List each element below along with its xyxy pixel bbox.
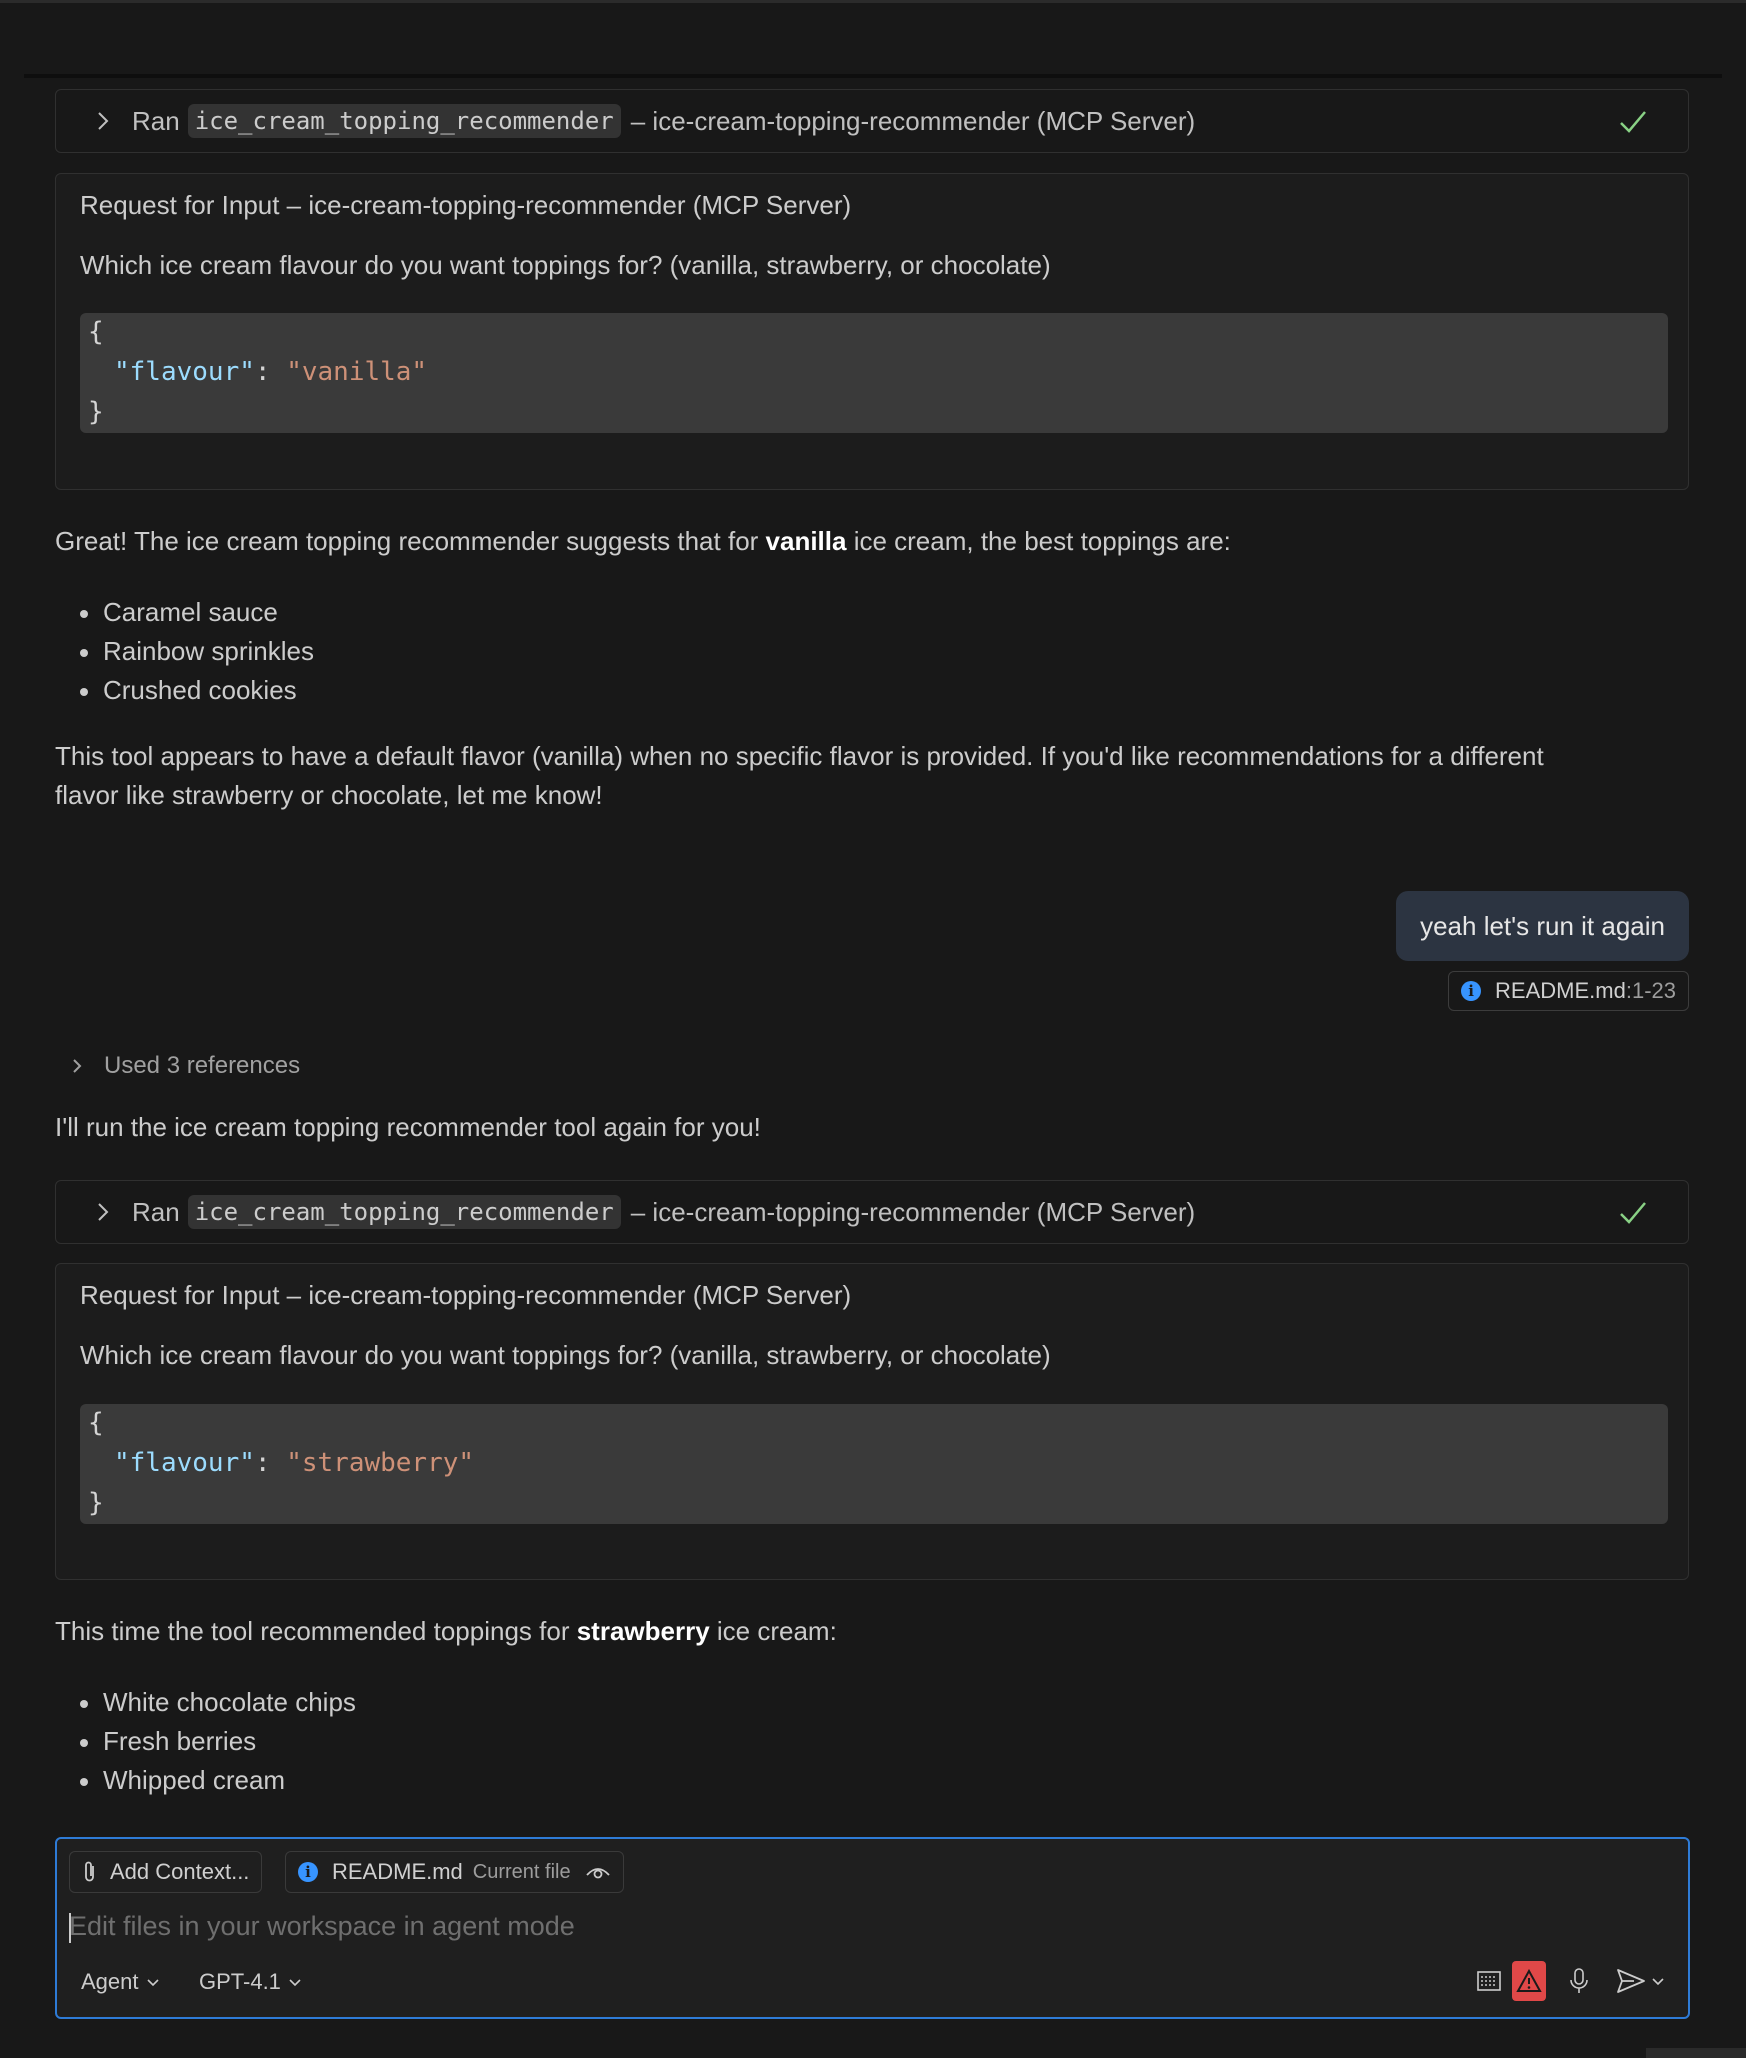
microphone-icon[interactable]	[1565, 1961, 1593, 2001]
send-button[interactable]	[1613, 1961, 1669, 2001]
model-picker[interactable]: GPT-4.1	[199, 1969, 303, 1995]
chevron-down-icon	[289, 1979, 301, 1987]
list-item: Whipped cream	[55, 1761, 356, 1800]
eye-icon[interactable]	[585, 1863, 611, 1881]
header-divider	[24, 74, 1722, 78]
current-file-chip[interactable]: i README.md Current file	[285, 1851, 624, 1893]
add-context-button[interactable]: Add Context...	[69, 1851, 263, 1893]
list-item: Fresh berries	[55, 1722, 356, 1761]
request-for-input: Request for Input – ice-cream-topping-re…	[55, 1263, 1689, 1580]
request-question: Which ice cream flavour do you want topp…	[80, 250, 1051, 280]
check-icon	[1618, 1199, 1648, 1227]
ran-label: Ran	[132, 105, 180, 136]
server-label: – ice-cream-topping-recommender (MCP Ser…	[630, 105, 1196, 136]
tool-call-row[interactable]: Ran ice_cream_topping_recommender – ice-…	[55, 1180, 1689, 1244]
chat-input-placeholder[interactable]: Edit files in your workspace in agent mo…	[69, 1911, 575, 1942]
chevron-down-icon	[1652, 1978, 1664, 1986]
scrollbar[interactable]	[1646, 2048, 1746, 2058]
tool-call-row[interactable]: Ran ice_cream_topping_recommender – ice-…	[55, 89, 1689, 153]
chevron-right-icon[interactable]	[92, 110, 114, 132]
json-code-block[interactable]: { "flavour": "strawberry" }	[80, 1404, 1668, 1524]
tool-name: ice_cream_topping_recommender	[187, 104, 621, 138]
response2-intro: I'll run the ice cream topping recommend…	[55, 1112, 761, 1142]
reference-range: :1-23	[1625, 978, 1676, 1003]
toppings-list: White chocolate chips Fresh berries Whip…	[55, 1683, 356, 1800]
reference-file: README.md	[1495, 978, 1626, 1003]
list-item: Caramel sauce	[55, 593, 314, 632]
warning-icon[interactable]	[1512, 1961, 1546, 2001]
response-intro: Great! The ice cream topping recommender…	[55, 526, 1231, 556]
response-outro: This tool appears to have a default flav…	[55, 741, 1544, 810]
chat-input-box[interactable]: Add Context... i README.md Current file …	[55, 1837, 1690, 2019]
paperclip-icon	[82, 1860, 98, 1884]
list-item: Crushed cookies	[55, 671, 314, 710]
reference-chip[interactable]: i README.md:1-23	[1448, 971, 1689, 1011]
send-icon	[1617, 1969, 1645, 1993]
request-for-input: Request for Input – ice-cream-topping-re…	[55, 173, 1689, 490]
chevron-right-icon[interactable]	[92, 1201, 114, 1223]
tool-name: ice_cream_topping_recommender	[187, 1195, 621, 1229]
json-code-block[interactable]: { "flavour": "vanilla" }	[80, 313, 1668, 433]
check-icon	[1618, 108, 1648, 136]
list-item: White chocolate chips	[55, 1683, 356, 1722]
info-icon: i	[1461, 981, 1482, 1001]
list-item: Rainbow sprinkles	[55, 632, 314, 671]
request-question: Which ice cream flavour do you want topp…	[80, 1340, 1051, 1370]
response2-summary: This time the tool recommended toppings …	[55, 1616, 837, 1646]
request-title: Request for Input – ice-cream-topping-re…	[80, 190, 852, 220]
server-label: – ice-cream-topping-recommender (MCP Ser…	[630, 1196, 1196, 1227]
top-border	[0, 0, 1746, 3]
chevron-right-icon	[68, 1057, 86, 1075]
toppings-list: Caramel sauce Rainbow sprinkles Crushed …	[55, 593, 314, 710]
user-message-bubble: yeah let's run it again	[1396, 891, 1689, 961]
mode-picker[interactable]: Agent	[81, 1969, 161, 1995]
chevron-down-icon	[146, 1979, 159, 1987]
keyboard-icon[interactable]	[1475, 1961, 1503, 2001]
request-title: Request for Input – ice-cream-topping-re…	[80, 1280, 852, 1310]
used-references-toggle[interactable]: Used 3 references	[68, 1052, 300, 1080]
info-icon: i	[298, 1862, 318, 1882]
user-message-text: yeah let's run it again	[1420, 910, 1665, 941]
ran-label: Ran	[132, 1196, 180, 1227]
